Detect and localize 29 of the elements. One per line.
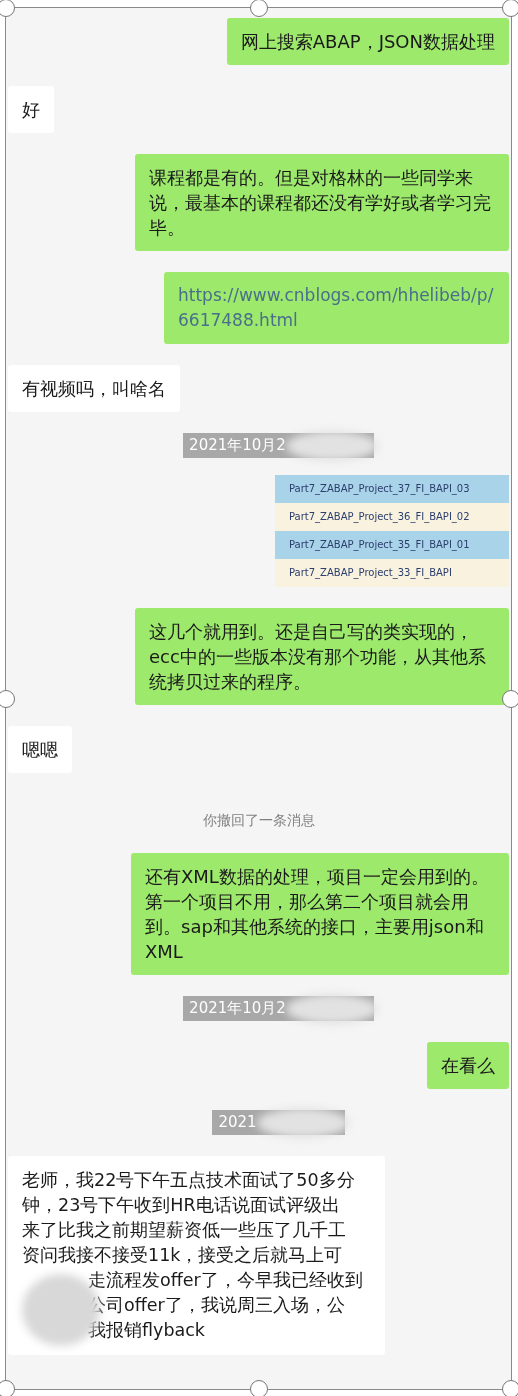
- resize-handle[interactable]: [0, 689, 15, 708]
- resize-handle[interactable]: [0, 1380, 15, 1396]
- message-bubble: 好: [8, 86, 54, 133]
- resize-handle[interactable]: [0, 0, 15, 17]
- message-bubble: 这几个就用到。还是自己写的类实现的，ecc中的一些版本没有那个功能，从其他系统拷贝过来的程序。: [135, 608, 509, 705]
- system-notice: 你撤回了一条消息: [202, 812, 315, 830]
- timestamp-text: 2021年10月2: [189, 998, 286, 1019]
- message-bubble: 网上搜索ABAP，JSON数据处理: [226, 18, 509, 65]
- file-row: Part7_ZABAP_Project_35_FI_BAPI_01: [275, 531, 509, 559]
- message-bubble: 有视频吗，叫啥名: [8, 365, 180, 412]
- message-line: 我报销flyback: [87, 1319, 206, 1342]
- file-row: Part7_ZABAP_Project_37_FI_BAPI_03: [275, 475, 509, 503]
- message-line: 走流程发offer了，今早我已经收到: [87, 1269, 364, 1292]
- message-line: 公司offer了，我说周三入场，公: [87, 1294, 346, 1317]
- resize-handle[interactable]: [502, 0, 518, 17]
- timestamp-text: 2021年10月2: [189, 435, 286, 456]
- message-line: 资问我接不接受11k，接受之后就马上可: [22, 1244, 344, 1267]
- message-line: 来了比我之前期望薪资低一些压了几千工: [22, 1219, 347, 1242]
- message-bubble: 课程都是有的。但是对格林的一些同学来说，最基本的课程都还没有学好或者学习完毕。: [135, 154, 509, 251]
- message-line: 老师，我22号下午五点技术面试了50多分: [22, 1169, 356, 1192]
- message-line: 钟，23号下午收到HR电话说面试评级出: [22, 1194, 341, 1217]
- message-bubble: 嗯嗯: [8, 726, 72, 773]
- link-message-bubble[interactable]: https://www.cnblogs.com/hhelibeb/p/6617488.html: [164, 272, 509, 344]
- message-bubble: 在看么: [427, 1042, 509, 1089]
- resize-handle[interactable]: [249, 0, 268, 17]
- timestamp-text: 2021: [218, 1112, 257, 1133]
- resize-handle[interactable]: [502, 1380, 518, 1396]
- message-bubble: 还有XML数据的处理，项目一定会用到的。第一个项目不用，那么第二个项目就会用到。sap和其他系统的接口，主要用json和XML: [131, 853, 509, 975]
- resize-handle[interactable]: [249, 1380, 268, 1396]
